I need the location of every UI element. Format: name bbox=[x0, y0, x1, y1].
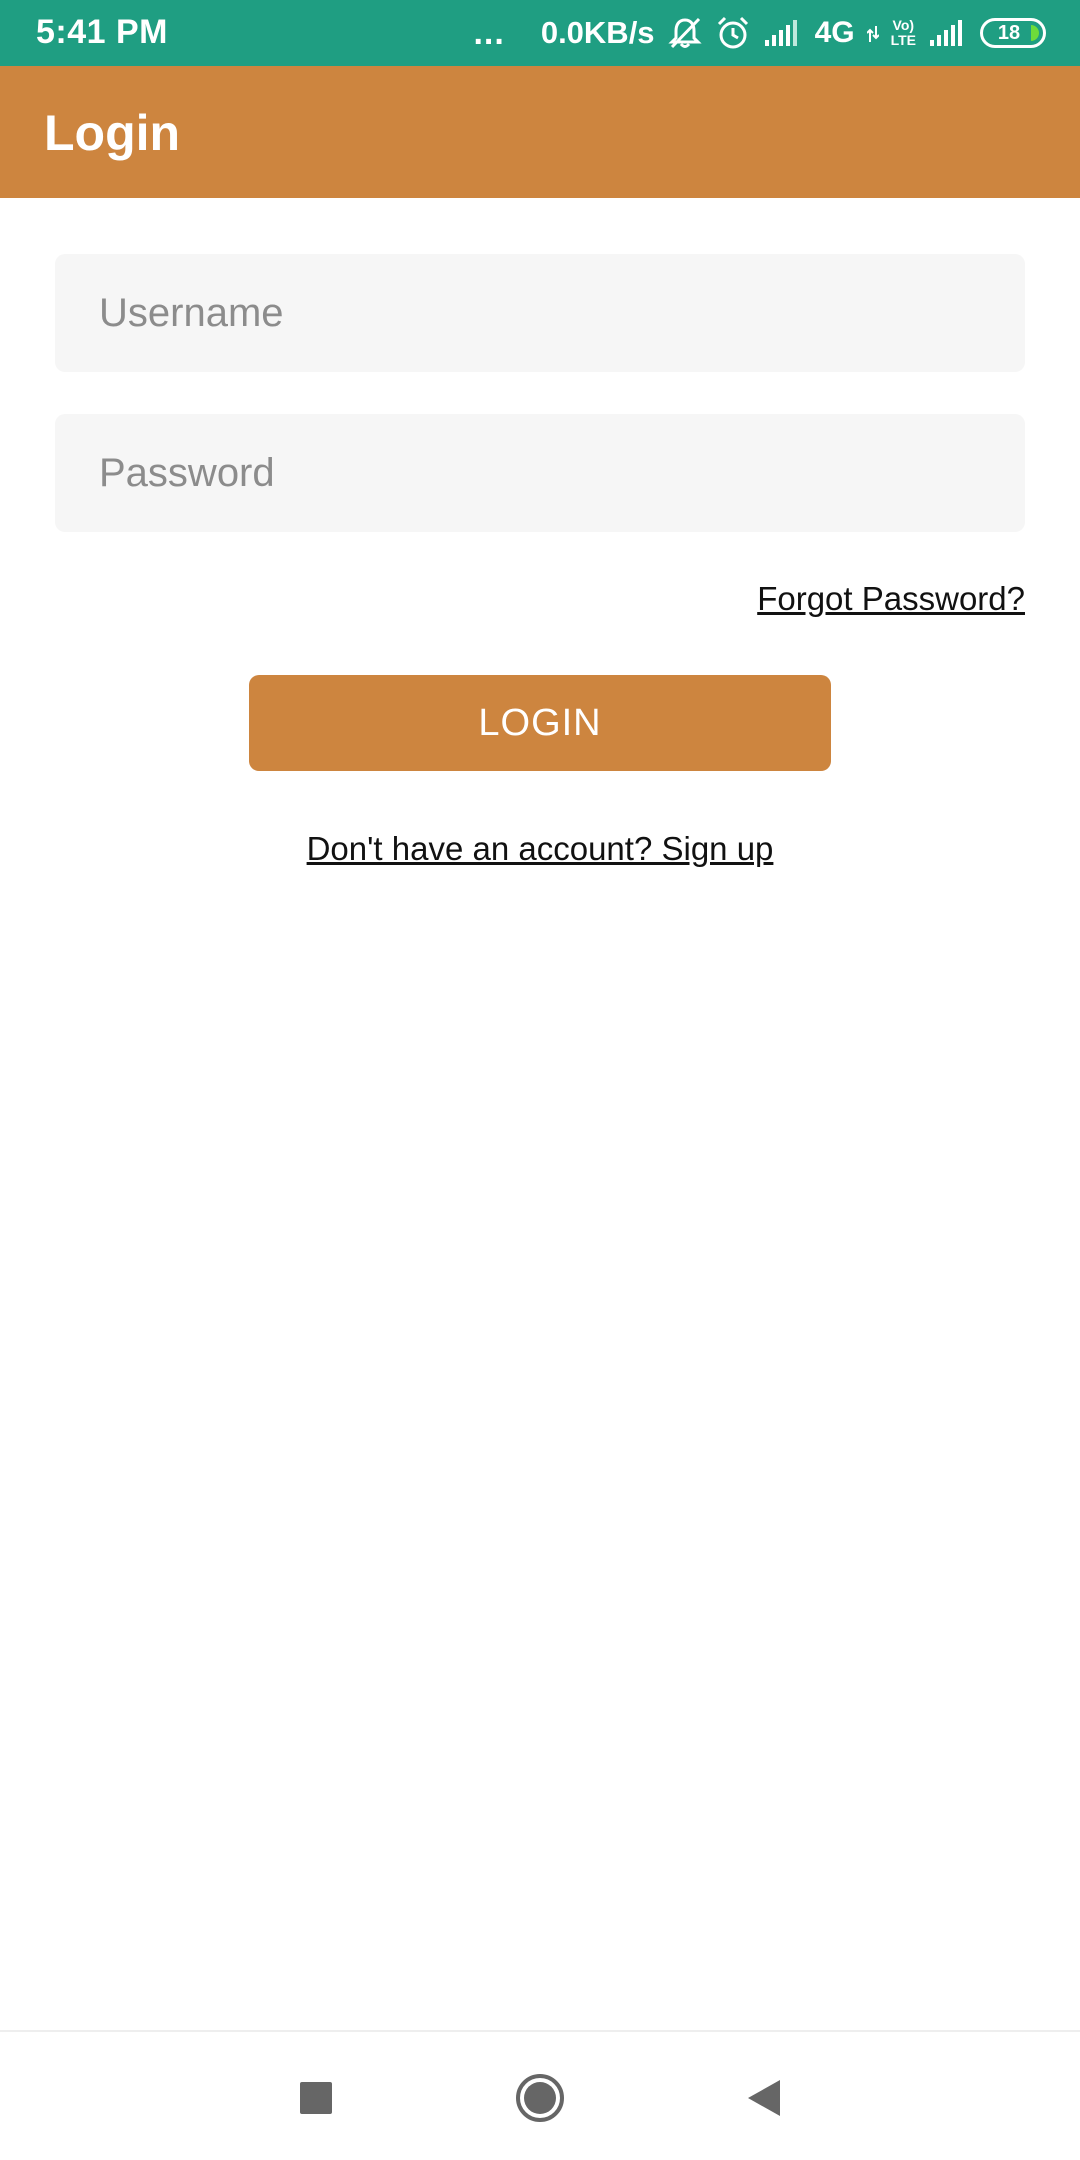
data-arrows-icon bbox=[866, 22, 879, 44]
password-input[interactable] bbox=[55, 414, 1025, 532]
network-type: 4G bbox=[814, 16, 855, 49]
page-title: Login bbox=[44, 105, 181, 161]
battery-level: 18 bbox=[997, 21, 1021, 44]
network-speed: 0.0KB/s bbox=[540, 15, 655, 50]
app-bar: Login bbox=[0, 66, 1080, 198]
volte-bottom-label: LTE bbox=[890, 32, 916, 48]
volte-icon: Vo) LTE bbox=[891, 18, 916, 48]
login-screen: 5:41 PM ... 0.0KB/s 4G Vo) LTE 18 Login … bbox=[0, 0, 1080, 2160]
battery-fill bbox=[1031, 25, 1039, 41]
status-icons: ... 0.0KB/s 4G Vo) LTE 18 bbox=[473, 0, 1046, 66]
recents-icon[interactable] bbox=[288, 2070, 344, 2126]
more-notifications-icon: ... bbox=[473, 13, 505, 52]
mute-icon bbox=[667, 16, 703, 50]
volte-top-label: Vo) bbox=[892, 17, 915, 33]
navigation-bar bbox=[0, 2030, 1080, 2160]
signal-icon bbox=[928, 18, 968, 48]
signal-icon bbox=[763, 18, 803, 48]
status-bar: 5:41 PM ... 0.0KB/s 4G Vo) LTE 18 bbox=[0, 0, 1080, 66]
alarm-icon bbox=[715, 15, 751, 51]
home-icon[interactable] bbox=[512, 2070, 568, 2126]
username-input[interactable] bbox=[55, 254, 1025, 372]
signup-link[interactable]: Don't have an account? Sign up bbox=[307, 830, 774, 867]
status-time: 5:41 PM bbox=[36, 13, 168, 51]
battery-icon: 18 bbox=[980, 18, 1046, 48]
forgot-password-link[interactable]: Forgot Password? bbox=[757, 580, 1025, 618]
back-icon[interactable] bbox=[736, 2070, 792, 2126]
signup-container: Don't have an account? Sign up bbox=[0, 830, 1080, 868]
login-button[interactable]: LOGIN bbox=[249, 675, 831, 771]
